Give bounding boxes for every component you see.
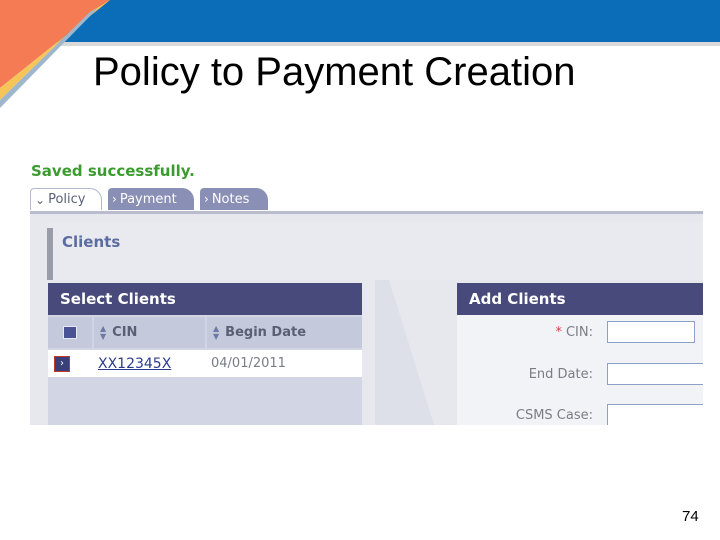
- policy-content-area: Clients Select Clients ▲ ▼ CIN ▲ ▼ Begin D…: [30, 211, 703, 425]
- cin-field-label: * CIN:: [555, 325, 593, 340]
- begin-date-cell: 04/01/2011: [211, 356, 286, 371]
- section-accent-bar: [47, 228, 53, 280]
- tab-policy[interactable]: ⌄ Policy: [30, 188, 102, 210]
- end-date-input[interactable]: [607, 363, 703, 385]
- chevron-right-icon: ›: [112, 192, 117, 206]
- tab-label: Notes: [211, 191, 250, 207]
- end-date-field-label: End Date:: [528, 367, 593, 382]
- chevron-down-icon: ⌄: [35, 192, 46, 207]
- add-clients-header: Add Clients: [457, 283, 703, 315]
- slide-title: Policy to Payment Creation: [93, 50, 576, 94]
- select-clients-header: Select Clients: [48, 283, 362, 315]
- table-row[interactable]: › XX12345X 04/01/2011: [48, 350, 362, 377]
- column-label: Begin Date: [225, 325, 307, 340]
- panel-divider-shading: [375, 280, 435, 425]
- field-label-text: CIN:: [565, 325, 593, 340]
- row-select-icon[interactable]: ›: [54, 355, 70, 372]
- tab-label: Payment: [119, 191, 177, 207]
- cin-form-row: * CIN:: [457, 319, 703, 349]
- sort-icon: ▲ ▼: [213, 323, 220, 341]
- add-clients-panel: Add Clients * CIN: End Date: CSMS Case:: [457, 283, 703, 425]
- app-screenshot: Saved successfully. ⌄ Policy › Payment ›…: [30, 150, 703, 425]
- row-select-cell[interactable]: ›: [48, 350, 92, 377]
- csms-case-field-label: CSMS Case:: [515, 408, 593, 423]
- select-clients-panel: Select Clients ▲▼ CIN ▲▼ Begin Date ›: [48, 283, 362, 425]
- select-clients-grid-header: ▲ ▼ CIN ▲ ▼ Begin Date: [48, 317, 362, 348]
- save-status-message: Saved successfully.: [31, 162, 195, 180]
- csms-case-form-row: CSMS Case:: [457, 402, 703, 425]
- tab-bar: ⌄ Policy › Payment › Notes: [30, 188, 703, 211]
- csms-case-input[interactable]: [607, 404, 703, 425]
- tab-notes[interactable]: › Notes: [200, 188, 268, 210]
- tab-payment[interactable]: › Payment: [108, 188, 194, 210]
- select-column-header[interactable]: [48, 317, 92, 348]
- chevron-right-icon: ›: [204, 192, 209, 206]
- cin-column-header[interactable]: ▲ ▼ CIN: [94, 317, 205, 348]
- column-label: CIN: [112, 325, 138, 340]
- clients-heading: Clients: [62, 233, 121, 251]
- cin-link[interactable]: XX12345X: [98, 356, 171, 372]
- tab-label: Policy: [48, 192, 86, 207]
- page-number: 74: [682, 508, 699, 525]
- cin-input[interactable]: [607, 321, 695, 343]
- end-date-form-row: End Date:: [457, 361, 703, 391]
- cin-cell[interactable]: XX12345X: [94, 350, 205, 377]
- clients-section: [47, 222, 703, 280]
- select-all-icon: [63, 326, 77, 339]
- required-marker: *: [555, 325, 562, 340]
- sort-icon: ▲ ▼: [100, 323, 107, 341]
- begin-date-column-header[interactable]: ▲ ▼ Begin Date: [207, 317, 362, 348]
